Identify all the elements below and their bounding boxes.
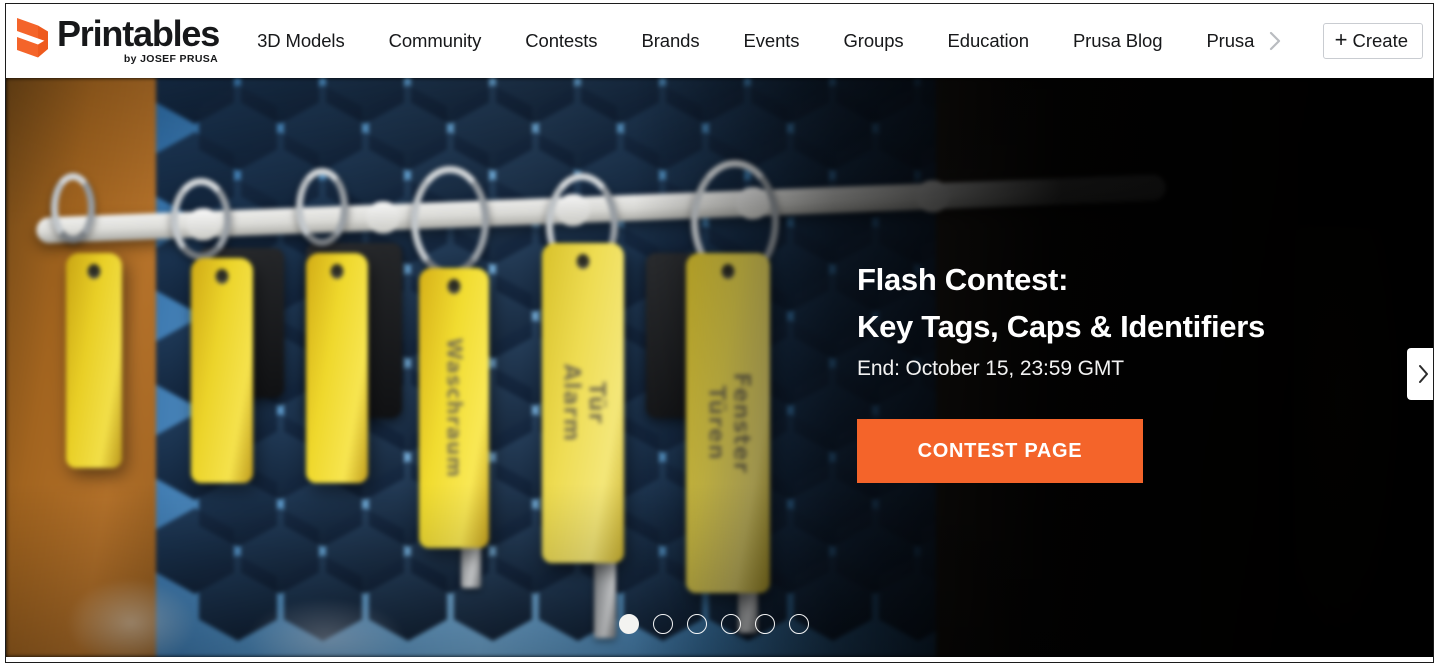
carousel-next-button[interactable] [1407, 348, 1433, 400]
nav-item-community[interactable]: Community [367, 4, 504, 78]
carousel-dot-1[interactable] [618, 614, 639, 634]
plus-icon: + [1334, 27, 1348, 52]
hero-title-line-2: Key Tags, Caps & Identifiers [857, 309, 1265, 344]
chevron-right-icon[interactable] [1262, 4, 1289, 78]
logo-wordmark: Printables by JOSEF PRUSA [57, 13, 220, 66]
hero-carousel: Waschraum TürAlarm FensterTüren Flash Co… [6, 78, 1433, 657]
hero-end-date: End: October 15, 23:59 GMT [857, 357, 1125, 380]
nav-item-prusa-blog[interactable]: Prusa Blog [1051, 4, 1185, 78]
hero-text-block: Flash Contest: Key Tags, Caps & Identifi… [857, 256, 1357, 483]
nav-item-events[interactable]: Events [722, 4, 822, 78]
nav-item-3d-models[interactable]: 3D Models [257, 4, 367, 78]
nav-item-brands[interactable]: Brands [619, 4, 721, 78]
carousel-dot-5[interactable] [754, 614, 775, 634]
carousel-dot-3[interactable] [686, 614, 707, 634]
carousel-dot-6[interactable] [788, 614, 809, 634]
browser-viewport: Printables by JOSEF PRUSA 3D Models Comm… [5, 3, 1434, 663]
logo-brand-name: Printables [57, 13, 220, 55]
create-button[interactable]: + Create [1322, 23, 1423, 59]
printables-logo[interactable]: Printables by JOSEF PRUSA [15, 13, 220, 66]
carousel-dot-2[interactable] [652, 614, 673, 634]
chevron-right-icon [1416, 362, 1430, 386]
hero-title-line-1: Flash Contest: [857, 262, 1069, 297]
site-header: Printables by JOSEF PRUSA 3D Models Comm… [6, 4, 1433, 78]
logo-brand-tagline: by JOSEF PRUSA [123, 53, 219, 66]
carousel-pagination [6, 614, 1433, 634]
contest-page-button[interactable]: CONTEST PAGE [857, 419, 1143, 483]
create-button-label: Create [1352, 30, 1408, 51]
nav-item-groups[interactable]: Groups [821, 4, 925, 78]
nav-item-contests[interactable]: Contests [503, 4, 619, 78]
nav-item-education[interactable]: Education [926, 4, 1051, 78]
main-navigation: 3D Models Community Contests Brands Even… [257, 4, 1317, 78]
page-bottom-strip [6, 657, 1433, 662]
printables-cube-logo-icon [15, 16, 49, 64]
carousel-dot-4[interactable] [720, 614, 741, 634]
